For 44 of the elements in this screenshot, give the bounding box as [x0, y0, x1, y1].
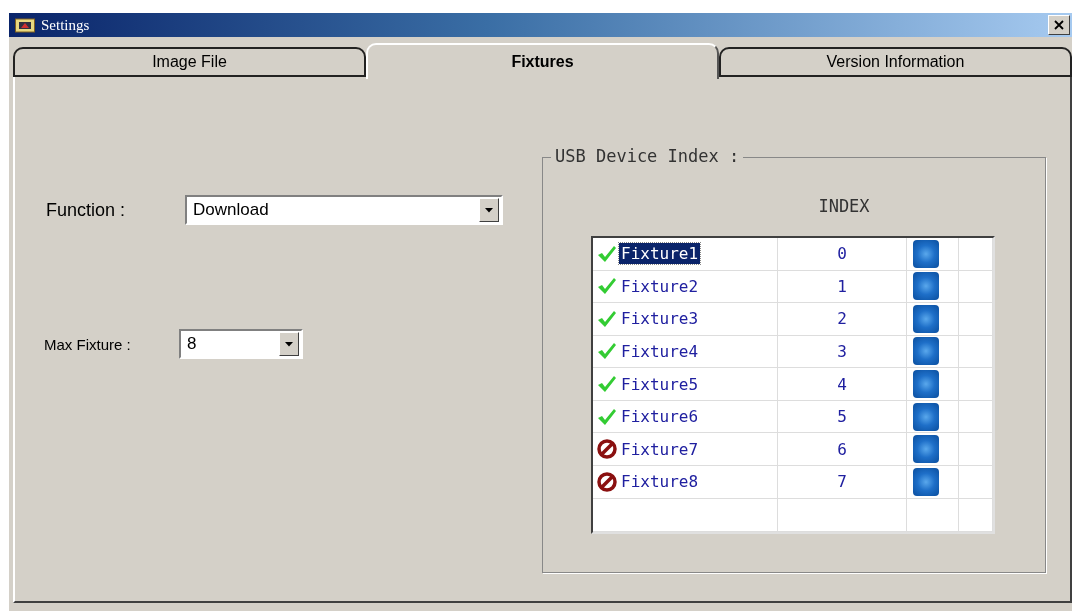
function-label: Function : — [46, 199, 127, 221]
check-icon — [597, 244, 617, 263]
index-cell: 4 — [837, 374, 847, 394]
close-button[interactable] — [1048, 15, 1070, 35]
fixture-name[interactable]: Fixture6 — [619, 406, 701, 428]
check-icon — [597, 375, 617, 394]
square-button-icon — [913, 304, 939, 333]
square-button-icon — [913, 337, 939, 366]
square-button-icon — [913, 402, 939, 431]
square-button-icon — [913, 239, 939, 268]
check-icon — [597, 407, 617, 426]
close-icon — [1054, 20, 1064, 30]
prohibited-icon — [597, 439, 617, 460]
index-cell: 0 — [837, 244, 847, 264]
function-dropdown[interactable]: Download — [185, 195, 503, 225]
check-icon — [597, 342, 617, 361]
fixture-name[interactable]: Fixture2 — [619, 275, 701, 297]
tab[interactable]: Version Information — [719, 47, 1072, 77]
fixture-name[interactable]: Fixture5 — [619, 373, 701, 395]
max-fixture-dropdown[interactable]: 8 — [179, 329, 303, 359]
check-icon — [597, 277, 617, 296]
fixture-name[interactable]: Fixture1 — [619, 243, 701, 265]
square-button-icon — [913, 435, 939, 464]
index-cell: 2 — [837, 309, 847, 329]
folder-icon — [15, 17, 35, 33]
window-title: Settings — [41, 16, 91, 34]
index-cell: 3 — [837, 341, 847, 361]
index-cell: 6 — [837, 439, 847, 459]
fixture-name[interactable]: Fixture8 — [619, 471, 701, 493]
square-button-icon — [913, 272, 939, 301]
tab[interactable]: Image File — [13, 47, 366, 77]
index-cell: 1 — [837, 276, 847, 296]
column-header: INDEX — [818, 196, 870, 216]
fixture-name[interactable]: Fixture7 — [619, 438, 701, 460]
fixture-name[interactable]: Fixture3 — [619, 308, 701, 330]
max-fixture-label: Max Fixture : — [44, 335, 132, 353]
square-button-icon — [913, 467, 939, 496]
check-icon — [597, 309, 617, 328]
index-cell: 7 — [837, 472, 847, 492]
prohibited-icon — [597, 471, 617, 492]
fixture-name[interactable]: Fixture4 — [619, 340, 701, 362]
square-button-icon — [913, 370, 939, 399]
tab[interactable]: Fixtures — [366, 43, 719, 79]
index-cell: 5 — [837, 407, 847, 427]
